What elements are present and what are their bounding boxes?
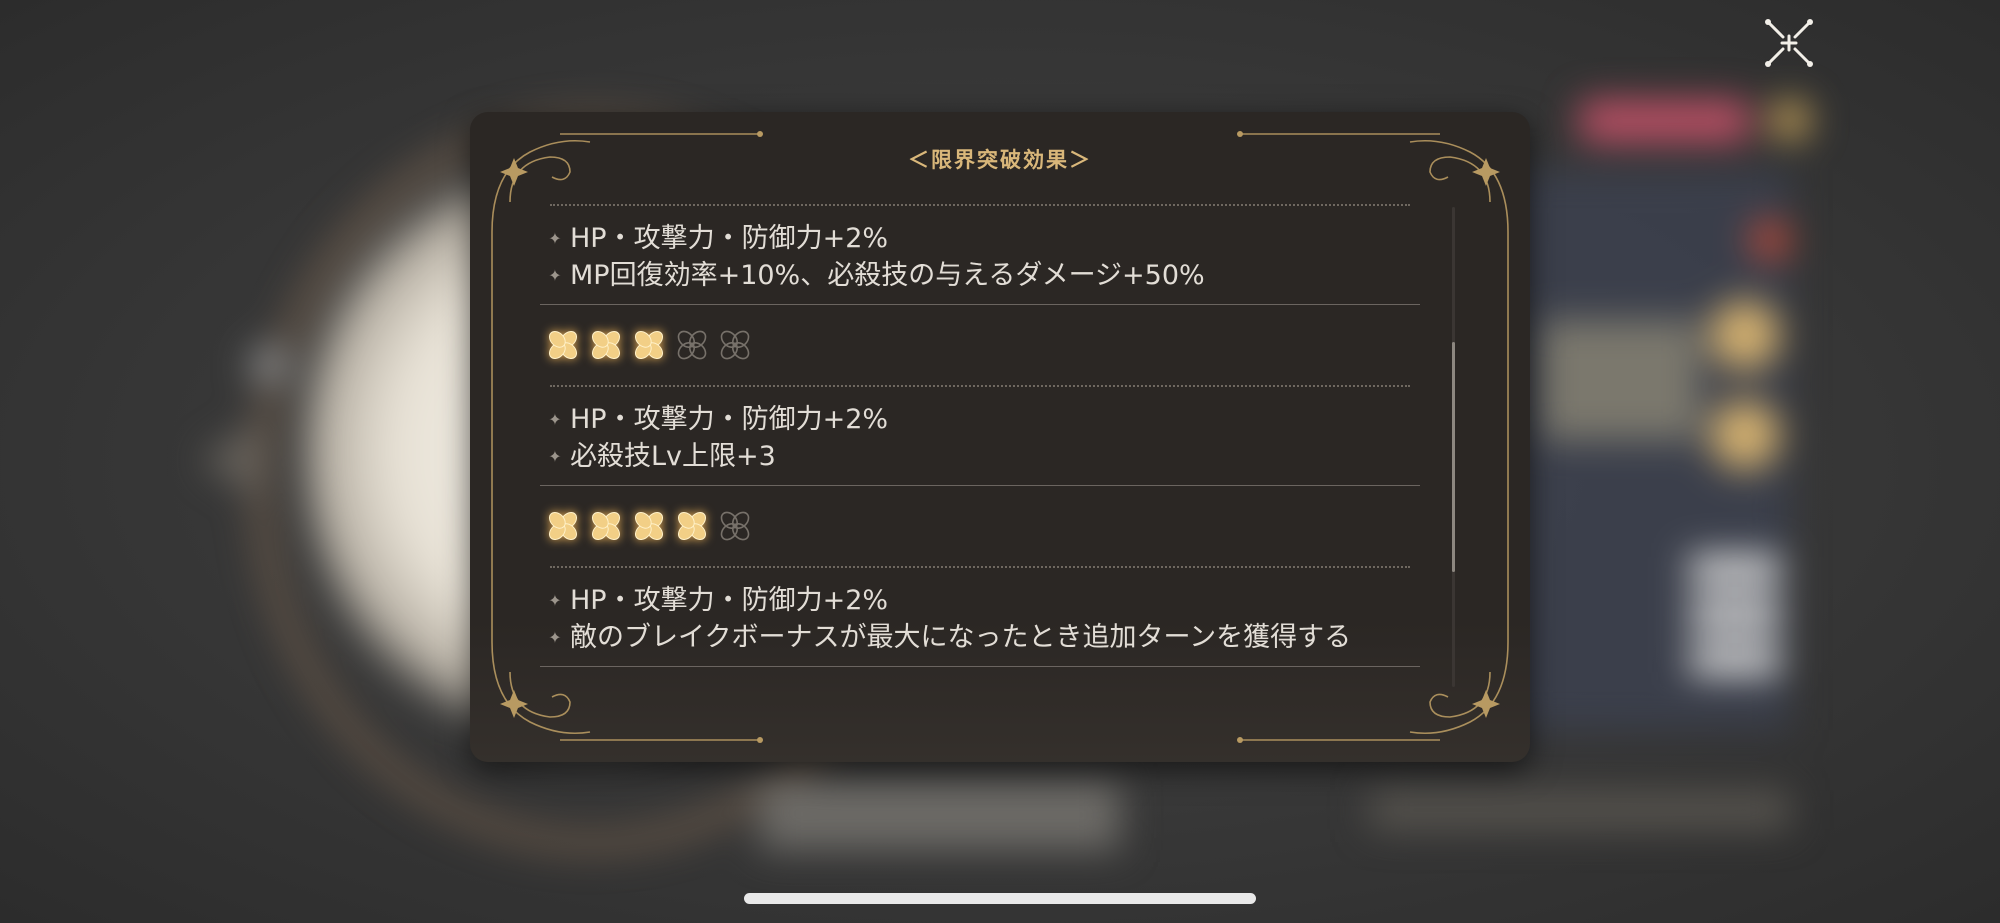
home-indicator[interactable] (744, 893, 1256, 904)
background-button (1690, 555, 1780, 585)
star-filled-icon (634, 330, 664, 360)
background-pill (1580, 100, 1750, 142)
star-empty-icon (677, 330, 707, 360)
effect-item: ✦ HP・攻撃力・防御力+2% (540, 582, 1420, 619)
star-filled-icon (548, 330, 578, 360)
background-button (1690, 645, 1780, 675)
background-dot (250, 345, 290, 385)
bullet-icon: ✦ (548, 410, 562, 429)
effect-text: HP・攻撃力・防御力+2% (570, 404, 889, 435)
close-button[interactable] (1762, 16, 1816, 70)
effect-item: ✦ 敵のブレイクボーナスが最大になったとき追加ターンを獲得する (540, 619, 1420, 656)
star-filled-icon (591, 511, 621, 541)
background-button (1690, 600, 1780, 630)
close-x-icon (1765, 19, 1813, 67)
effect-text: MP回復効率+10%、必殺技の与えるダメージ+50% (570, 260, 1205, 291)
background-badge (1750, 220, 1790, 260)
effect-text: HP・攻撃力・防御力+2% (570, 223, 889, 254)
star-filled-icon (634, 511, 664, 541)
tier-divider (540, 666, 1420, 667)
background-coin (1770, 100, 1810, 140)
tier-stars (540, 486, 1420, 566)
bullet-icon: ✦ (548, 591, 562, 610)
limit-break-dialog: ＜限界突破効果＞ ✦ HP・攻撃力・防御力+2% ✦ MP回復効率+10%、必殺技の… (470, 112, 1530, 762)
effect-text: 必殺技Lv上限+3 (570, 441, 776, 472)
bullet-icon: ✦ (548, 447, 562, 466)
effect-item: ✦ HP・攻撃力・防御力+2% (540, 220, 1420, 257)
bullet-icon: ✦ (548, 628, 562, 647)
scrollbar-thumb[interactable] (1452, 342, 1455, 572)
bullet-icon: ✦ (548, 229, 562, 248)
effect-text: 敵のブレイクボーナスが最大になったとき追加ターンを獲得する (570, 622, 1352, 653)
effect-item: ✦ 必殺技Lv上限+3 (540, 438, 1420, 475)
background-prev-arrow (200, 420, 260, 500)
dialog-title: ＜限界突破効果＞ (908, 148, 1092, 172)
effect-item: ✦ HP・攻撃力・防御力+2% (540, 401, 1420, 438)
bullet-icon: ✦ (548, 266, 562, 285)
background-bottom-bar (760, 780, 1120, 850)
background-avatar (1710, 300, 1780, 370)
background-bottom-icons (1370, 790, 1790, 830)
tier-effects: ✦ HP・攻撃力・防御力+2% ✦ 必殺技Lv上限+3 (540, 387, 1420, 485)
star-filled-icon (677, 511, 707, 541)
star-empty-icon (720, 511, 750, 541)
effects-list[interactable]: ✦ HP・攻撃力・防御力+2% ✦ MP回復効率+10%、必殺技の与えるダメージ+5… (540, 204, 1420, 724)
tier-effects: ✦ HP・攻撃力・防御力+2% ✦ MP回復効率+10%、必殺技の与えるダメージ+5… (540, 206, 1420, 304)
star-filled-icon (548, 511, 578, 541)
tier-effects: ✦ HP・攻撃力・防御力+2% ✦ 敵のブレイクボーナスが最大になったとき追加ターン… (540, 568, 1420, 666)
effect-item: ✦ MP回復効率+10%、必殺技の与えるダメージ+50% (540, 257, 1420, 294)
effect-text: HP・攻撃力・防御力+2% (570, 585, 889, 616)
star-empty-icon (720, 330, 750, 360)
star-filled-icon (591, 330, 621, 360)
background-card (1540, 320, 1700, 440)
tier-stars (540, 305, 1420, 385)
background-avatar (1710, 400, 1780, 470)
